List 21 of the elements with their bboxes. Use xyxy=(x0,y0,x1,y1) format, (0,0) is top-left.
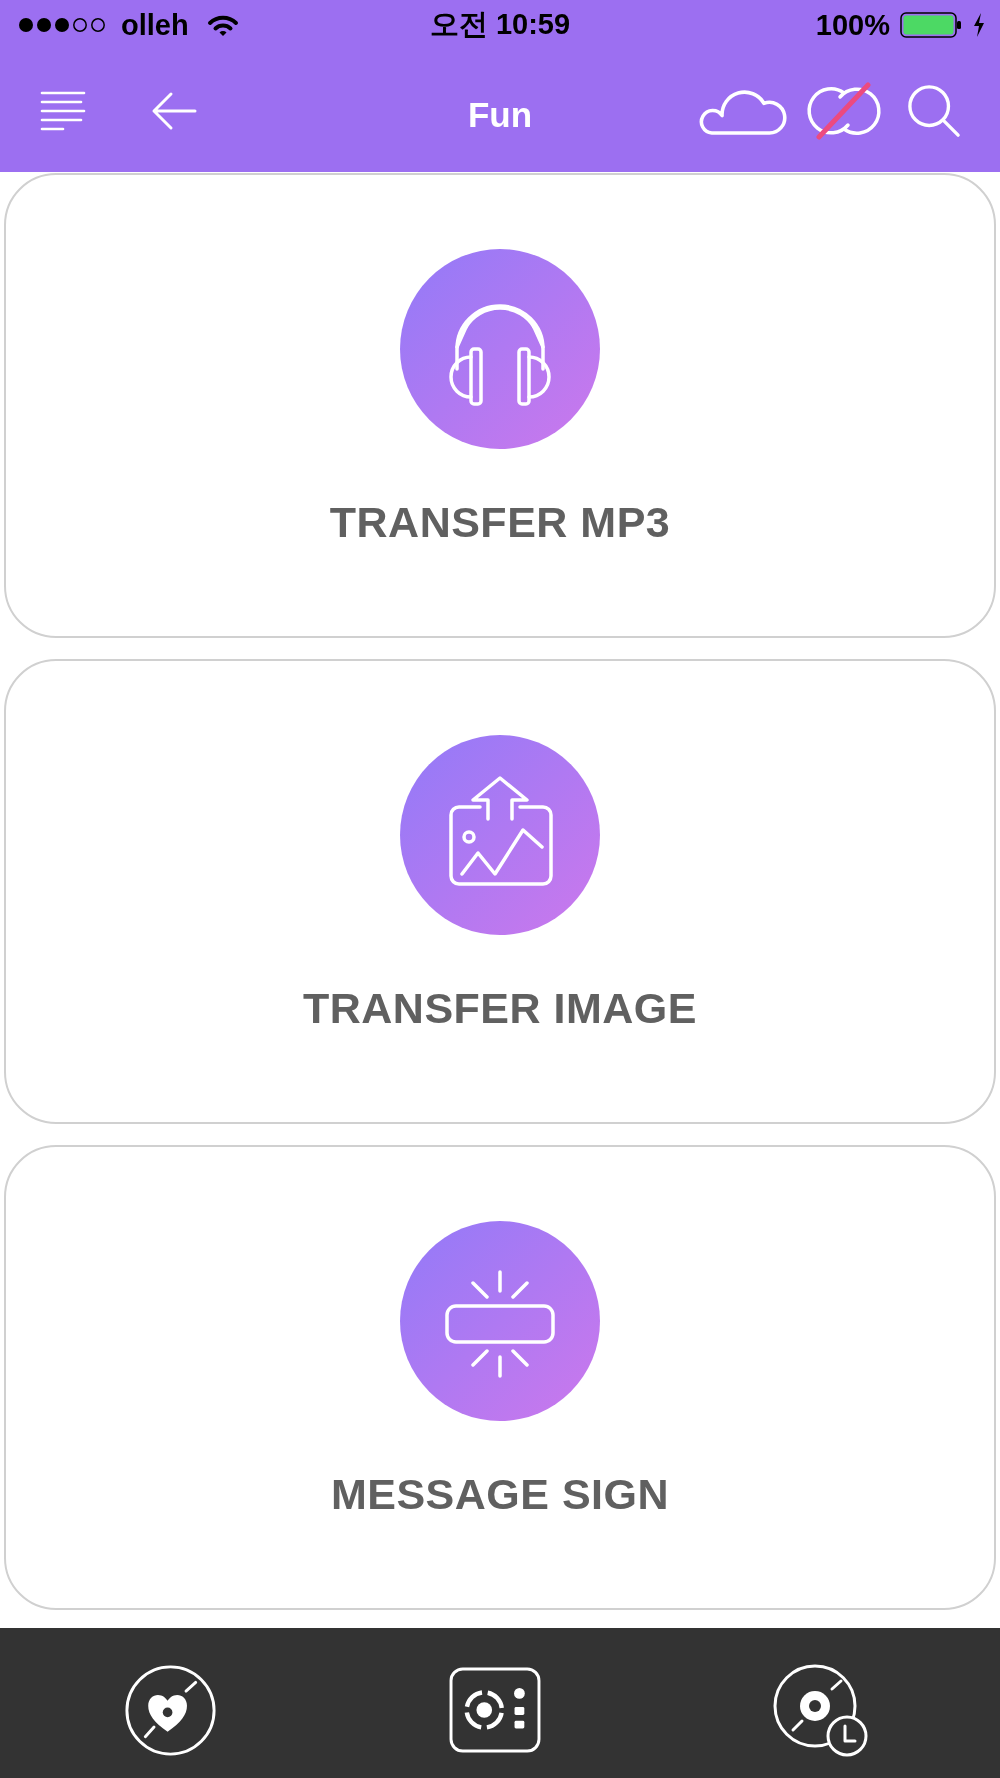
image-upload-icon xyxy=(400,735,600,935)
page-title: Fun xyxy=(467,94,533,135)
wifi-icon xyxy=(206,13,239,37)
feature-card[interactable]: TRANSFER IMAGE xyxy=(4,659,996,1124)
feature-card[interactable]: TRANSFER MP3 xyxy=(4,173,996,638)
battery-icon xyxy=(900,12,962,38)
feature-card[interactable]: MESSAGE SIGN xyxy=(4,1145,996,1610)
battery-percentage: 100% xyxy=(815,8,890,42)
sync-icon[interactable] xyxy=(804,82,884,140)
carrier-name: olleh xyxy=(121,8,189,42)
cloud-icon[interactable] xyxy=(698,87,788,135)
disc-clock-icon[interactable] xyxy=(773,1662,869,1758)
speaker-icon[interactable] xyxy=(449,1667,541,1753)
headphones-icon xyxy=(400,249,600,449)
clock-time: 오전 10:59 xyxy=(429,7,571,42)
back-arrow-icon[interactable] xyxy=(151,91,197,131)
heart-disc-icon[interactable] xyxy=(124,1663,217,1757)
search-icon[interactable] xyxy=(906,84,962,138)
glowing-bar-icon xyxy=(400,1221,600,1421)
menu-icon[interactable] xyxy=(40,91,86,131)
signal-strength-icon xyxy=(18,17,108,33)
